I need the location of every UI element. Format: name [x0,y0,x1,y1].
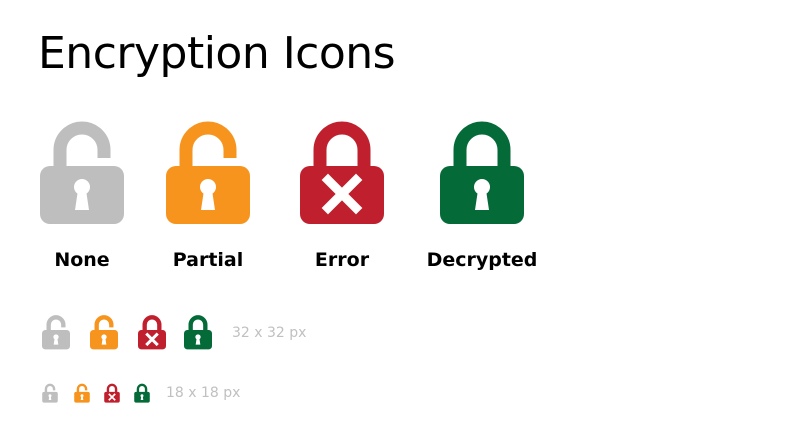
icon-row-32px: 32 x 32 px [0,312,800,352]
locked-padlock-icon [134,383,150,403]
unlocked-padlock-icon [166,121,250,224]
unlocked-padlock-icon [40,121,124,224]
icon-card-none: None [22,118,142,271]
locked-padlock-icon [138,315,166,350]
size-label-18px: 18 x 18 px [166,385,241,401]
icon-row-18px: 18 x 18 px [0,380,800,420]
unlocked-padlock-icon [42,383,58,403]
icon-label-none: None [54,249,110,271]
icon-label-error: Error [314,249,370,271]
locked-padlock-icon [104,383,120,403]
page-title: Encryption Icons [38,28,396,79]
icon-card-partial: Partial [148,118,268,271]
icon-label-partial: Partial [172,249,244,271]
icon-card-decrypted: Decrypted [422,118,542,271]
locked-padlock-icon [300,121,384,224]
unlocked-padlock-icon [90,315,118,350]
locked-padlock-icon [184,315,212,350]
icon-label-decrypted: Decrypted [426,249,538,271]
unlocked-padlock-icon [42,315,70,350]
size-label-32px: 32 x 32 px [232,325,307,341]
icon-card-error: Error [282,118,402,271]
locked-padlock-icon [440,121,524,224]
unlocked-padlock-icon [74,383,90,403]
